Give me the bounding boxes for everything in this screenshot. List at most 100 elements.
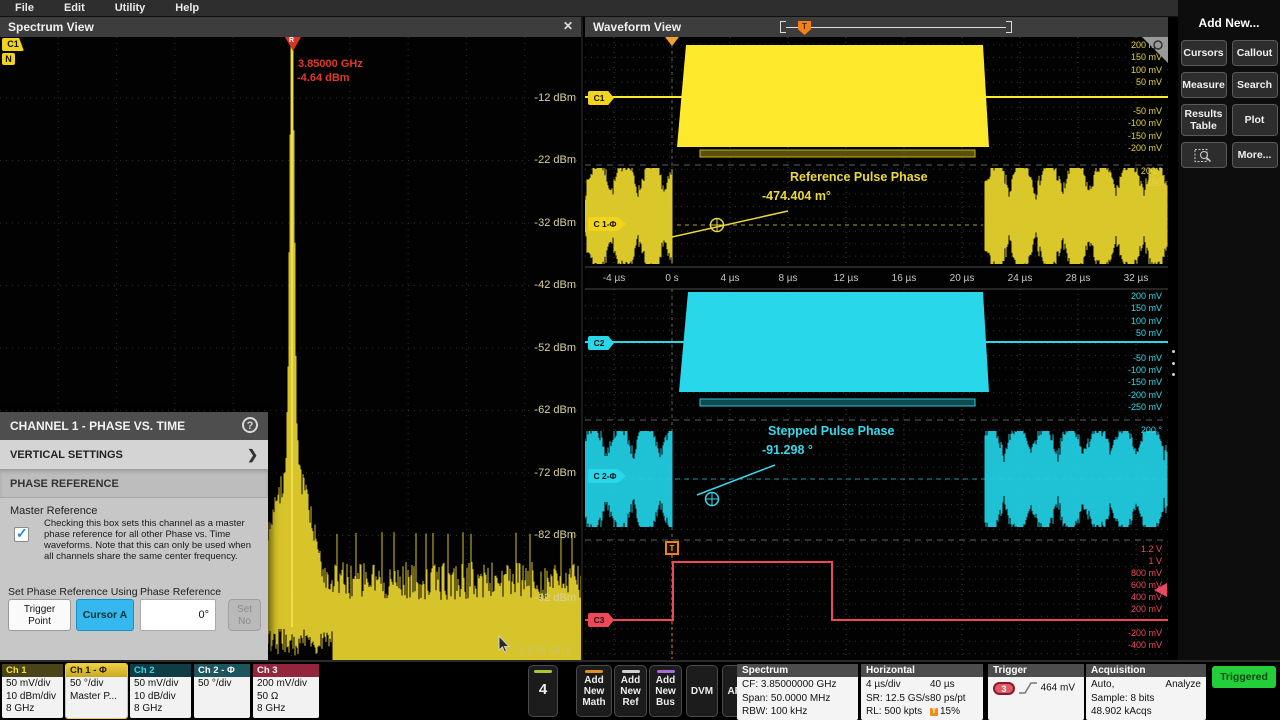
add-ref-label: Add New Ref: [615, 675, 646, 708]
freq-stop-label: 3.875 GHz: [518, 645, 571, 657]
zoom-box-icon: [1194, 147, 1214, 164]
c2-scale-label: 150 mV: [1131, 303, 1162, 313]
trigger-info-card[interactable]: Trigger 3 464 mV: [988, 664, 1084, 720]
zoom-mode-button[interactable]: [1181, 142, 1227, 168]
results-table-button[interactable]: Results Table: [1181, 104, 1227, 136]
scrollbar-track[interactable]: [786, 27, 1006, 28]
spectrum-title-bar[interactable]: Spectrum View ✕: [0, 17, 581, 37]
master-reference-checkbox[interactable]: ✓: [14, 527, 29, 542]
ch1-badge-card[interactable]: Ch 1 50 mV/div10 dBm/div8 GHz: [2, 664, 63, 718]
waveform-title-bar[interactable]: Waveform View T: [585, 17, 1168, 37]
trigger-position-top-icon[interactable]: [665, 37, 679, 46]
ch2-badge-card[interactable]: Ch 2 50 mV/div10 dB/div8 GHz: [130, 664, 191, 718]
add-math-label: Add New Math: [577, 675, 611, 708]
db-label: -72 dBm: [534, 468, 576, 478]
time-label: 20 µs: [940, 273, 984, 284]
dialog-title-bar[interactable]: CHANNEL 1 - PHASE VS. TIME ?: [0, 412, 268, 440]
acquisition-info-card[interactable]: Acquisition Auto,Analyze Sample: 8 bits …: [1086, 664, 1206, 720]
normal-trace-badge[interactable]: N: [2, 53, 15, 65]
plot-button[interactable]: Plot: [1232, 104, 1278, 136]
dvm-button[interactable]: DVM: [686, 665, 718, 717]
phase-reference-input[interactable]: 0°: [140, 599, 216, 631]
db-label: -12 dBm: [534, 93, 576, 103]
c3-scale-label: -200 mV: [1128, 628, 1162, 638]
phase-reference-label: PHASE REFERENCE: [10, 478, 119, 490]
oscilloscope-screen: File Edit Utility Help Spectrum View ✕ C…: [0, 0, 1280, 720]
menu-edit[interactable]: Edit: [49, 2, 100, 14]
trigger-point-line2: Point: [9, 616, 70, 628]
dialog-body: Master Reference ✓ Checking this box set…: [0, 498, 268, 659]
help-icon[interactable]: ?: [242, 417, 258, 433]
c3-scale-label: 1 V: [1148, 556, 1162, 566]
vertical-settings-section[interactable]: VERTICAL SETTINGS ❯: [0, 440, 268, 470]
menu-utility[interactable]: Utility: [100, 2, 161, 14]
phase-reference-section[interactable]: PHASE REFERENCE: [0, 470, 268, 498]
ch3-badge-card[interactable]: Ch 3 200 mV/div50 Ω8 GHz: [253, 664, 319, 718]
menu-file[interactable]: File: [0, 2, 49, 14]
c3-scale-label: -400 mV: [1128, 640, 1162, 650]
reference-marker-icon[interactable]: R: [285, 37, 301, 51]
bottom-bar: Ch 1 50 mV/div10 dBm/div8 GHz Ch 1 - Φ 5…: [0, 660, 1280, 720]
c3-scale-label: 200 mV: [1131, 604, 1162, 614]
ch2-phase-name: Ch 2 - Φ: [194, 664, 250, 677]
trigger-t-marker-icon[interactable]: T: [665, 541, 679, 555]
cursors-button[interactable]: Cursors: [1181, 40, 1227, 66]
add-new-bus-button[interactable]: Add New Bus: [649, 665, 682, 717]
close-icon[interactable]: ✕: [563, 19, 573, 33]
stepped-phase-title: Stepped Pulse Phase: [768, 424, 894, 438]
ch4-label: 4: [529, 681, 557, 698]
time-label: 12 µs: [824, 273, 868, 284]
set-button-line1: Set: [229, 604, 260, 616]
vertical-settings-label: VERTICAL SETTINGS: [10, 449, 123, 461]
c1-scale-label: -150 mV: [1128, 131, 1162, 141]
spectrum-info-card[interactable]: Spectrum CF: 3.85000000 GHz Span: 50.000…: [737, 664, 858, 720]
c2-scale-label: 200 mV: [1131, 291, 1162, 301]
time-label: 28 µs: [1056, 273, 1100, 284]
add-bus-label: Add New Bus: [650, 675, 681, 708]
set-now-button[interactable]: Set No: [228, 599, 261, 631]
horizontal-position-scrollbar[interactable]: T: [780, 21, 1012, 33]
waveform-plot[interactable]: T C1 C 1-Φ C2 C 2-Φ C3 Reference Pulse P…: [585, 37, 1168, 660]
measure-button[interactable]: Measure: [1181, 72, 1227, 98]
db-label: -22 dBm: [534, 155, 576, 165]
c2-scale-label: -100 mV: [1128, 365, 1162, 375]
trigger-position-icon[interactable]: T: [798, 21, 811, 35]
c1-scale-label: 50 mV: [1136, 77, 1162, 87]
acquisition-card-header: Acquisition: [1086, 664, 1206, 677]
ch4-add-button[interactable]: 4: [528, 665, 558, 717]
c3-scale-label: 800 mV: [1131, 568, 1162, 578]
c1-phase-scale-label: 200 °: [1141, 166, 1162, 176]
c3-trace: [585, 562, 1168, 620]
trigger-point-button[interactable]: Trigger Point: [8, 599, 71, 631]
ch1-name: Ch 1: [2, 664, 63, 677]
search-button[interactable]: Search: [1232, 72, 1278, 98]
more-button[interactable]: More...: [1232, 142, 1278, 168]
c1-phase-scale-label: 150: [1147, 178, 1162, 188]
spectrum-card-header: Spectrum: [737, 664, 858, 677]
mouse-cursor-icon: [498, 635, 512, 653]
add-new-math-button[interactable]: Add New Math: [576, 665, 612, 717]
trigger-source-badge: 3: [993, 682, 1015, 695]
db-label: -92 dBm: [534, 593, 576, 603]
c1-scale-label: 100 mV: [1131, 65, 1162, 75]
master-reference-label: Master Reference: [10, 505, 97, 517]
scrollbar-right-bracket[interactable]: [1006, 21, 1012, 33]
ch2-phase-badge-card[interactable]: Ch 2 - Φ 50 °/div: [194, 664, 250, 718]
ch1-phase-badge-card[interactable]: Ch 1 - Φ 50 °/divMaster P...: [66, 664, 127, 718]
horizontal-info-card[interactable]: Horizontal 4 µs/div40 µs SR: 12.5 GS/s80…: [861, 664, 983, 720]
right-sidebar: Add New... Cursors Callout Measure Searc…: [1178, 0, 1280, 660]
cursor-a-button[interactable]: Cursor A: [76, 599, 134, 631]
c2-gate-bar: [700, 399, 975, 406]
add-new-ref-button[interactable]: Add New Ref: [614, 665, 647, 717]
panel-drag-handle[interactable]: [1170, 350, 1176, 376]
set-phase-using-label: Set Phase Reference Using: [8, 586, 138, 598]
channel1-phase-dialog: CHANNEL 1 - PHASE VS. TIME ? VERTICAL SE…: [0, 412, 268, 660]
dvm-label: DVM: [687, 686, 717, 697]
c1-pulse-envelope: [677, 45, 989, 147]
callout-button[interactable]: Callout: [1232, 40, 1278, 66]
menu-help[interactable]: Help: [160, 2, 214, 14]
c1-scale-label: 150 mV: [1131, 52, 1162, 62]
c3-scale-label: 600 mV: [1131, 580, 1162, 590]
marker-amplitude: -4.64 dBm: [297, 72, 350, 84]
c1-gate-bar: [700, 150, 975, 157]
